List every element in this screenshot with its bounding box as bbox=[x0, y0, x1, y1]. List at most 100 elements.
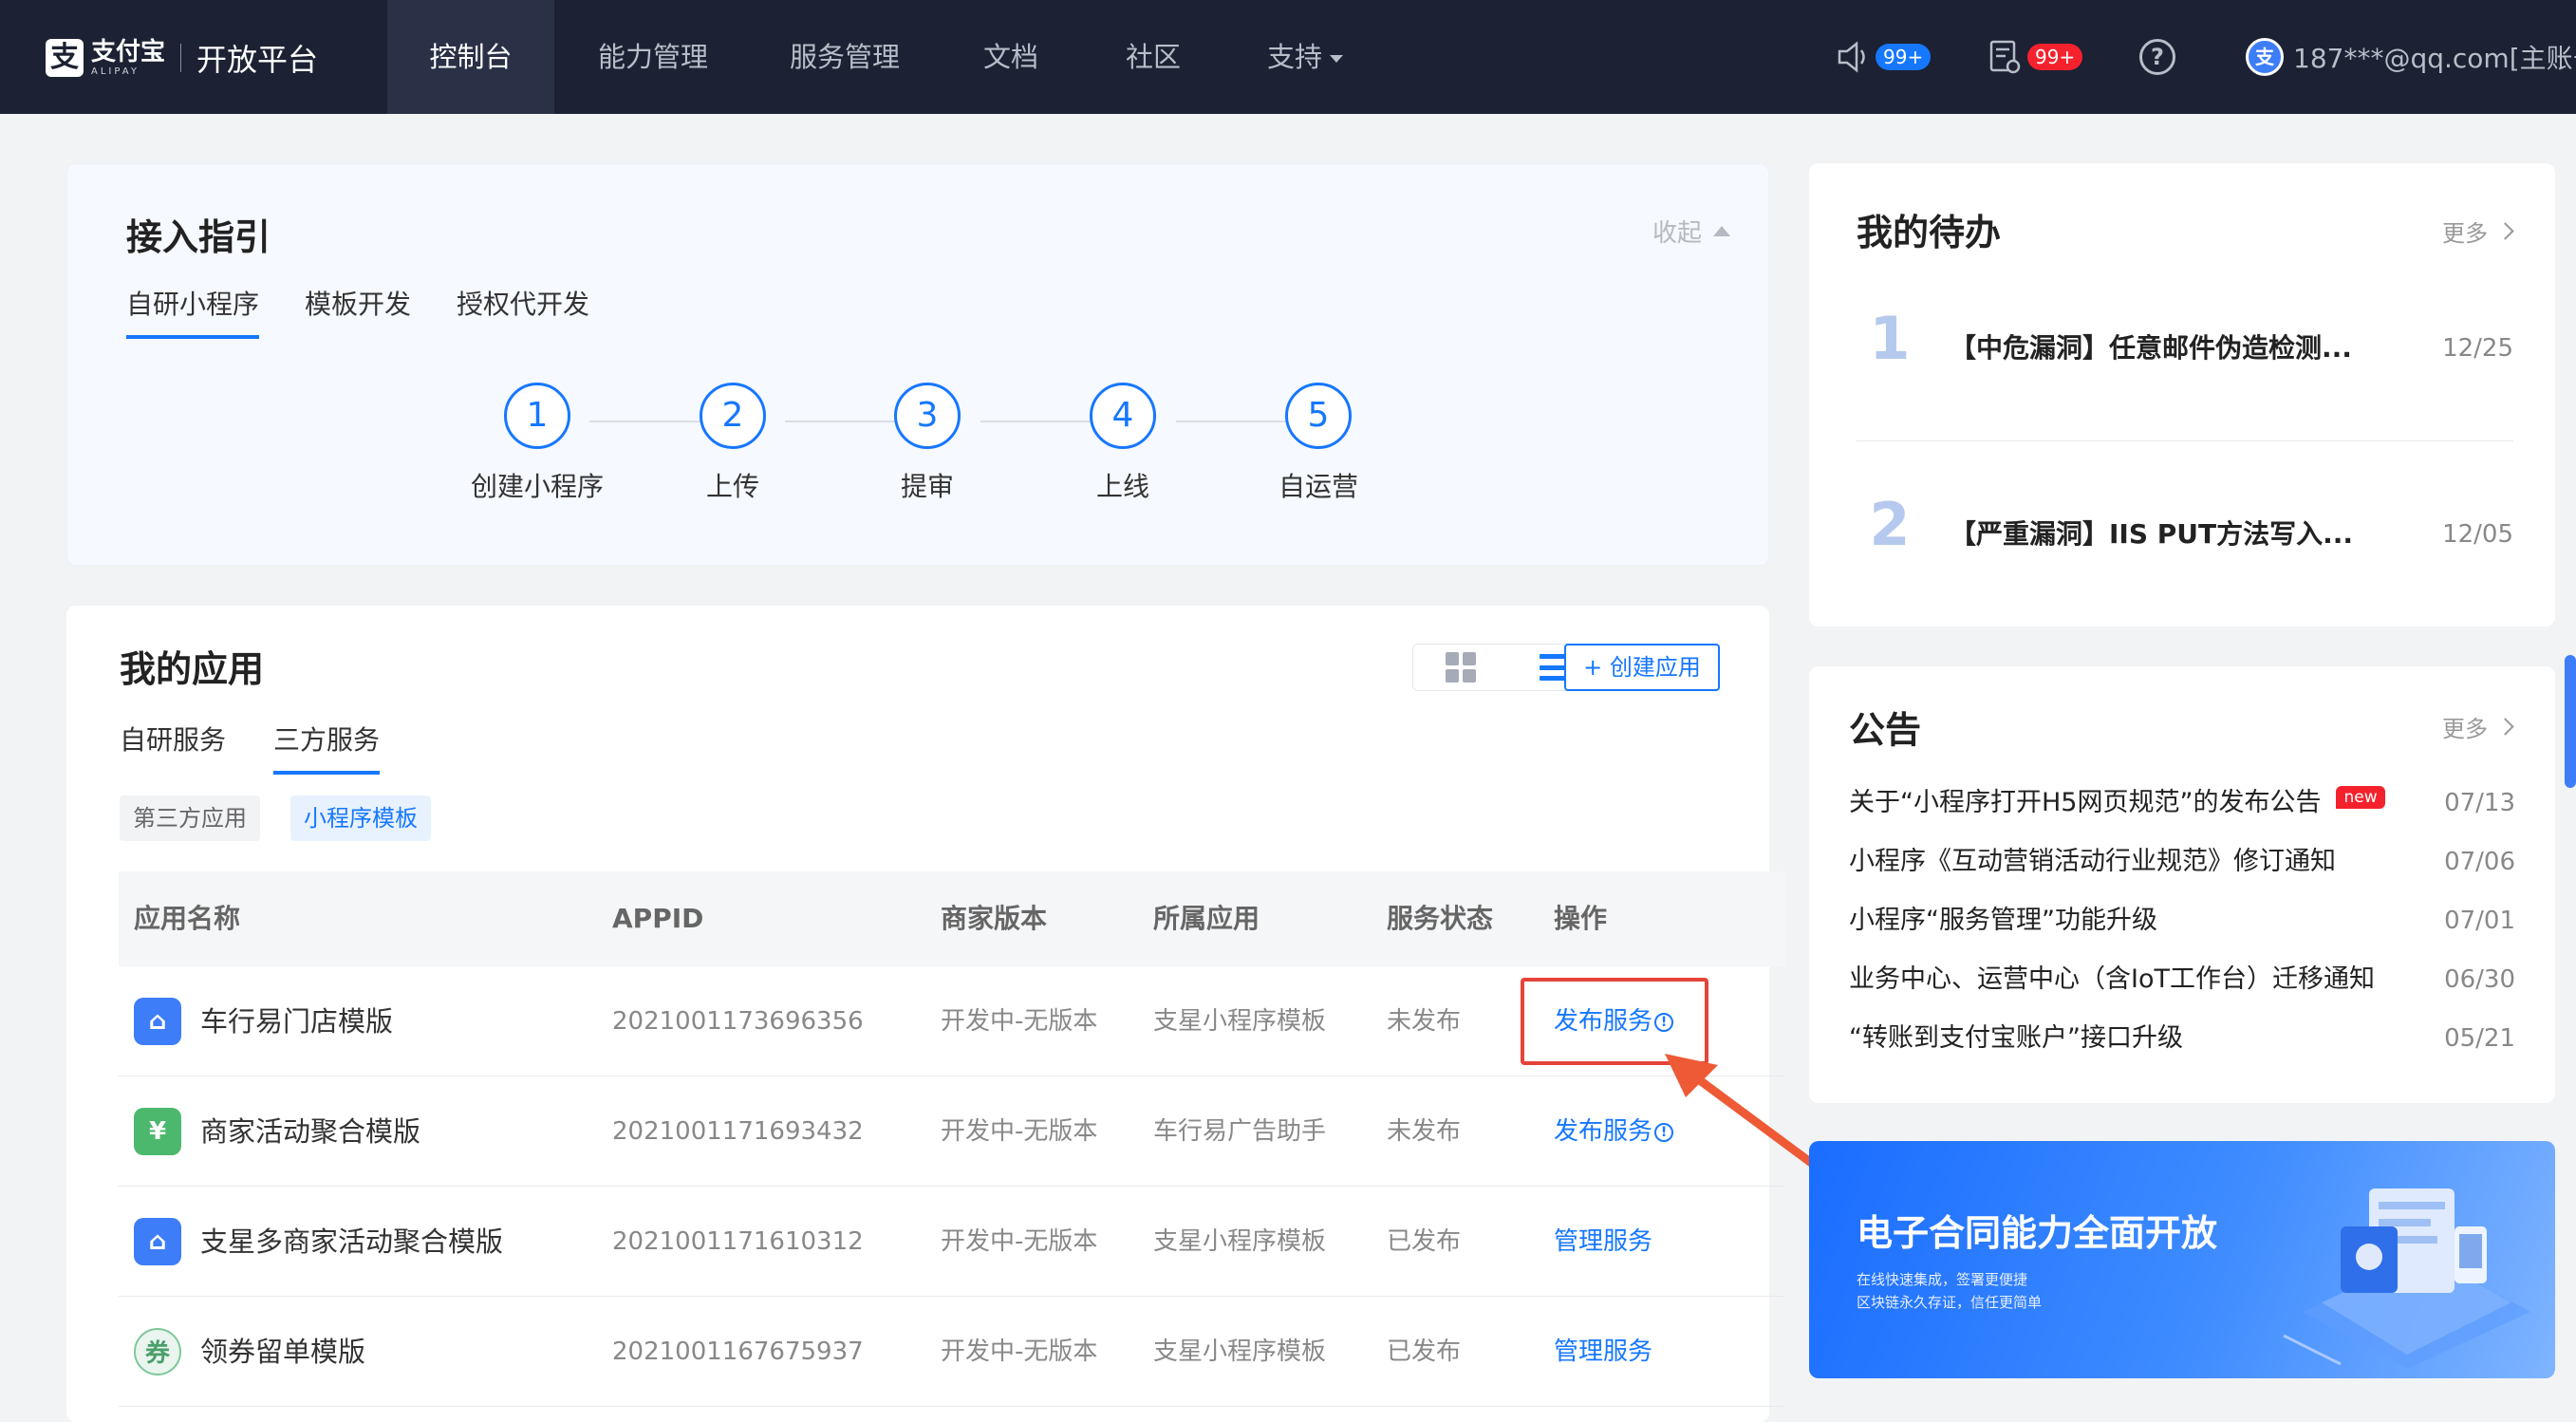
manage-service-link[interactable]: 管理服务 bbox=[1554, 1297, 1652, 1407]
notice-date: 05/21 bbox=[2444, 1024, 2515, 1053]
todo-item[interactable]: 2 【严重漏洞】IIS PUT方法写入... 12/05 bbox=[1857, 463, 2513, 606]
app-id: 2021001171610312 bbox=[612, 1227, 864, 1256]
create-app-button[interactable]: + 创建应用 bbox=[1564, 644, 1720, 691]
todo-item[interactable]: 1 【中危漏洞】任意邮件伪造检测... 12/25 bbox=[1857, 277, 2513, 420]
table-row: 券 领券留单模版 2021001167675937 开发中-无版本 支星小程序模… bbox=[119, 1297, 1785, 1407]
logo-en-text: ALIPAY bbox=[91, 65, 140, 77]
filter-third-party-apps[interactable]: 第三方应用 bbox=[120, 795, 260, 841]
todo-more-link[interactable]: 更多 bbox=[2442, 215, 2514, 248]
manage-service-link[interactable]: 管理服务 bbox=[1554, 1187, 1652, 1297]
alipay-logo[interactable]: 支 支付宝 ALIPAY 开放平台 bbox=[46, 36, 318, 80]
message-badge: 99+ bbox=[2027, 44, 2083, 70]
announcement-card: 公告 更多 关于“小程序打开H5网页规范”的发布公告 new 07/13 小程序《… bbox=[1809, 666, 2555, 1103]
notice-item[interactable]: 小程序《互动营销活动行业规范》修订通知 07/06 bbox=[1849, 843, 2515, 881]
tab-authorized[interactable]: 授权代开发 bbox=[457, 284, 589, 335]
step-number: 2 bbox=[700, 383, 766, 449]
todo-title: 我的待办 bbox=[1857, 212, 2002, 253]
app-version: 开发中-无版本 bbox=[941, 1007, 1098, 1036]
user-menu[interactable]: 支 187***@qq.com[主账号 bbox=[2246, 34, 2576, 80]
notice-text: “转账到支付宝账户”接口升级 bbox=[1849, 1023, 2183, 1053]
notice-date: 07/01 bbox=[2444, 907, 2515, 935]
document-icon bbox=[1989, 40, 2021, 74]
notice-text: 关于“小程序打开H5网页规范”的发布公告 bbox=[1849, 788, 2322, 817]
logo-divider bbox=[180, 44, 182, 72]
nav-capability[interactable]: 能力管理 bbox=[577, 0, 729, 114]
app-belongs: 支星小程序模板 bbox=[1153, 1227, 1327, 1256]
scrollbar-thumb[interactable] bbox=[2565, 655, 2576, 788]
my-apps-card: 我的应用 + 创建应用 自研服务 三方服务 第三方应用 小程序模板 应用名称 A… bbox=[66, 606, 1785, 1422]
todo-rank-icon: 1 bbox=[1869, 304, 1911, 373]
app-id: 2021001171693432 bbox=[612, 1117, 864, 1146]
nav-support-label: 支持 bbox=[1266, 41, 1322, 73]
nav-docs[interactable]: 文档 bbox=[959, 0, 1063, 114]
yuan-icon: ¥ bbox=[134, 1108, 181, 1155]
todo-text: 【中危漏洞】任意邮件伪造检测... bbox=[1950, 332, 2352, 364]
more-label: 更多 bbox=[2442, 220, 2488, 247]
nav-support[interactable]: 支持 bbox=[1253, 0, 1357, 114]
notice-item[interactable]: “转账到支付宝账户”接口升级 05/21 bbox=[1849, 1020, 2515, 1057]
table-row: ¥ 商家活动聚合模版 2021001171693432 开发中-无版本 车行易广… bbox=[119, 1076, 1785, 1187]
step-number: 5 bbox=[1285, 383, 1352, 449]
step-number: 4 bbox=[1090, 383, 1156, 449]
todo-card: 我的待办 更多 1 【中危漏洞】任意邮件伪造检测... 12/25 2 【严重漏… bbox=[1809, 163, 2555, 627]
logo-cn-text: 支付宝 bbox=[91, 37, 166, 66]
guide-step: 4 上线 bbox=[1028, 383, 1218, 504]
message-button[interactable]: 99+ bbox=[1986, 34, 2083, 80]
todo-text: 【严重漏洞】IIS PUT方法写入... bbox=[1950, 518, 2354, 550]
app-name[interactable]: 商家活动聚合模版 bbox=[200, 1076, 420, 1187]
apps-title: 我的应用 bbox=[120, 648, 265, 690]
notice-item[interactable]: 关于“小程序打开H5网页规范”的发布公告 new 07/13 bbox=[1849, 784, 2515, 822]
tab-self-service[interactable]: 自研服务 bbox=[120, 720, 226, 771]
nav-service[interactable]: 服务管理 bbox=[769, 0, 921, 114]
notice-text: 业务中心、运营中心（含IoT工作台）迁移通知 bbox=[1849, 964, 2375, 994]
notice-more-link[interactable]: 更多 bbox=[2442, 710, 2514, 743]
table-header: 应用名称 APPID 商家版本 所属应用 服务状态 操作 bbox=[119, 871, 1785, 966]
alipay-logo-icon: 支 bbox=[46, 39, 84, 77]
step-number: 3 bbox=[894, 383, 961, 449]
tab-third-party-service[interactable]: 三方服务 bbox=[273, 720, 381, 775]
contract-illustration-icon bbox=[2283, 1188, 2530, 1369]
step-label: 自运营 bbox=[1278, 471, 1358, 502]
grid-view-button[interactable] bbox=[1413, 645, 1507, 690]
banner-subtitle-line: 在线快速集成，签署更便捷 bbox=[1857, 1271, 2028, 1288]
home-icon: ⌂ bbox=[134, 998, 181, 1045]
notification-button[interactable]: 99+ bbox=[1834, 34, 1932, 80]
filter-mini-program-template[interactable]: 小程序模板 bbox=[290, 795, 431, 841]
notice-date: 06/30 bbox=[2444, 965, 2515, 994]
apps-table: 应用名称 APPID 商家版本 所属应用 服务状态 操作 ⌂ 车行易门店模版 2… bbox=[119, 871, 1785, 1407]
step-label: 上传 bbox=[705, 471, 759, 502]
app-name[interactable]: 支星多商家活动聚合模版 bbox=[200, 1187, 503, 1297]
col-belongs: 所属应用 bbox=[1153, 903, 1260, 934]
tab-template[interactable]: 模板开发 bbox=[305, 284, 411, 335]
app-belongs: 车行易广告助手 bbox=[1153, 1117, 1327, 1146]
col-app-name: 应用名称 bbox=[134, 903, 241, 934]
app-id: 2021001173696356 bbox=[612, 1007, 864, 1036]
grid-icon bbox=[1445, 652, 1476, 683]
tab-self-developed[interactable]: 自研小程序 bbox=[126, 284, 260, 339]
notice-date: 07/13 bbox=[2444, 789, 2515, 817]
e-contract-banner[interactable]: 电子合同能力全面开放 在线快速集成，签署更便捷 区块链永久存证，信任更简单 bbox=[1809, 1141, 2555, 1378]
guide-step: 1 创建小程序 bbox=[442, 383, 632, 504]
more-label: 更多 bbox=[2442, 716, 2488, 742]
chevron-right-icon bbox=[2496, 718, 2514, 736]
coupon-icon: 券 bbox=[134, 1328, 181, 1375]
app-belongs: 支星小程序模板 bbox=[1153, 1007, 1327, 1036]
notice-item[interactable]: 小程序“服务管理”功能升级 07/01 bbox=[1849, 902, 2515, 940]
speaker-icon bbox=[1838, 41, 1865, 73]
platform-name: 开放平台 bbox=[196, 42, 319, 78]
step-number: 1 bbox=[504, 383, 570, 449]
app-version: 开发中-无版本 bbox=[941, 1227, 1098, 1256]
notice-item[interactable]: 业务中心、运营中心（含IoT工作台）迁移通知 06/30 bbox=[1849, 961, 2515, 999]
app-name[interactable]: 领券留单模版 bbox=[200, 1297, 365, 1407]
nav-console[interactable]: 控制台 bbox=[387, 0, 554, 114]
app-status: 未发布 bbox=[1387, 1117, 1462, 1146]
help-button[interactable]: ? bbox=[2139, 34, 2175, 80]
nav-community[interactable]: 社区 bbox=[1101, 0, 1205, 114]
guide-step: 2 上传 bbox=[638, 383, 828, 504]
guide-title: 接入指引 bbox=[126, 216, 271, 258]
notice-text: 小程序“服务管理”功能升级 bbox=[1849, 906, 2157, 935]
app-name[interactable]: 车行易门店模版 bbox=[200, 966, 393, 1076]
app-id: 2021001167675937 bbox=[612, 1338, 864, 1366]
avatar: 支 bbox=[2246, 38, 2284, 76]
collapse-button[interactable]: 收起 bbox=[1652, 214, 1730, 249]
